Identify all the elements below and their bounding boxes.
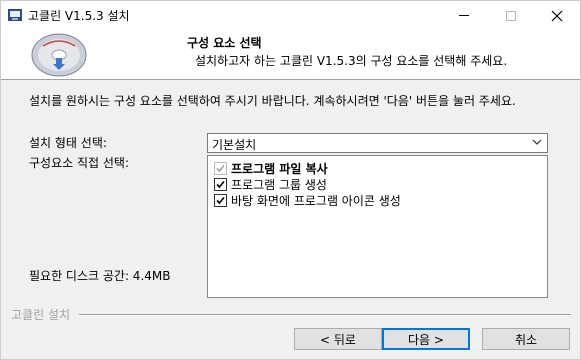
cancel-button[interactable]: 취소: [482, 328, 570, 350]
maximize-icon: [506, 10, 516, 21]
chevron-down-icon: [532, 139, 542, 145]
minimize-button[interactable]: [441, 1, 487, 30]
checkbox[interactable]: [214, 161, 227, 175]
install-type-select[interactable]: 기본설치: [207, 133, 548, 153]
back-button[interactable]: < 뒤로: [294, 328, 382, 350]
footer-divider: [79, 314, 571, 316]
window-title: 고클린 V1.5.3 설치: [28, 9, 130, 23]
title-bar[interactable]: 고클린 V1.5.3 설치: [1, 1, 580, 30]
instruction-text: 설치를 원하시는 구성 요소를 선택하여 주시기 바랍니다. 계속하시려면 '다…: [29, 94, 516, 108]
minimize-icon: [459, 15, 469, 16]
checkbox[interactable]: [214, 177, 227, 191]
page-title: 구성 요소 선택: [187, 36, 262, 50]
checkmark-icon: [216, 180, 225, 188]
list-item[interactable]: 프로그램 그룹 생성: [214, 176, 327, 192]
brand-label: 고클린 설치: [11, 308, 71, 322]
installer-window: 고클린 V1.5.3 설치 구성 요소 선택 설치하고자 하는 고클린 V1.5…: [0, 0, 581, 360]
page-subtitle: 설치하고자 하는 고클린 V1.5.3의 구성 요소를 선택해 주세요.: [195, 54, 508, 68]
list-item[interactable]: 바탕 화면에 프로그램 아이콘 생성: [214, 192, 401, 208]
install-type-label: 설치 형태 선택:: [29, 136, 107, 150]
next-button[interactable]: 다음 >: [382, 328, 470, 350]
checkmark-icon: [216, 196, 225, 204]
components-list[interactable]: 프로그램 파일 복사 프로그램 그룹 생성 바탕 화면에 프로그램 아이콘 생성: [207, 155, 548, 298]
components-label: 구성요소 직접 선택:: [29, 156, 129, 170]
installer-disc-logo: [31, 33, 87, 77]
install-type-value: 기본설치: [212, 138, 257, 152]
list-item-label: 바탕 화면에 프로그램 아이콘 생성: [231, 193, 401, 208]
installer-app-icon: [8, 9, 22, 21]
header-panel: 구성 요소 선택 설치하고자 하는 고클린 V1.5.3의 구성 요소를 선택해…: [1, 30, 580, 80]
disk-space-label: 필요한 디스크 공간: 4.4MB: [29, 269, 171, 283]
list-item-label: 프로그램 그룹 생성: [231, 177, 327, 192]
list-item-label: 프로그램 파일 복사: [231, 161, 328, 176]
maximize-button[interactable]: [488, 1, 534, 30]
list-item[interactable]: 프로그램 파일 복사: [214, 160, 328, 176]
checkmark-icon: [216, 164, 225, 172]
close-button[interactable]: [534, 1, 580, 30]
close-icon: [551, 10, 563, 21]
checkbox[interactable]: [214, 193, 227, 207]
